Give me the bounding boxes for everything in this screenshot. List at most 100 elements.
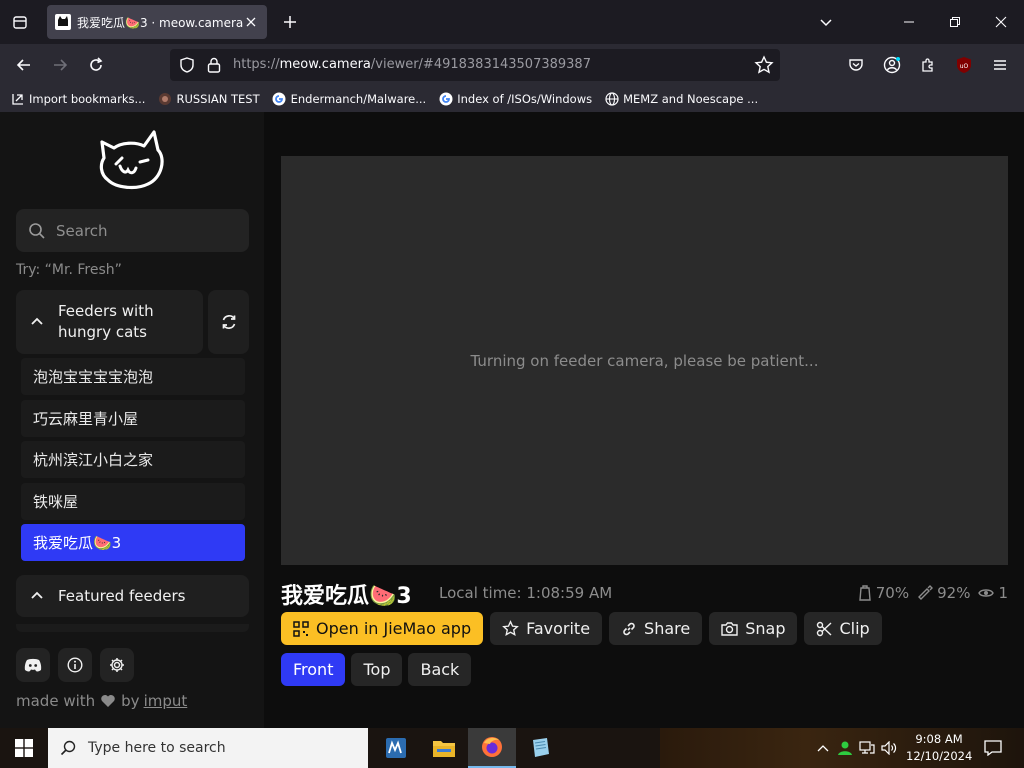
share-label: Share	[644, 619, 691, 638]
folder-icon	[433, 741, 455, 757]
globe-icon	[604, 92, 619, 107]
url-prefix: https://	[233, 57, 280, 72]
bookmark-memz[interactable]: MEMZ and Noescape ...	[604, 92, 758, 107]
feeder-item[interactable]: 巧云麻里青小屋	[21, 399, 245, 437]
water-bottle-icon	[918, 585, 934, 600]
tab-list-button[interactable]	[6, 8, 34, 36]
feeder-item[interactable]: 泡泡宝宝宝宝泡泡	[21, 358, 245, 395]
minimize-button[interactable]	[886, 0, 932, 44]
taskbar-clock[interactable]: 9:08 AM 12/10/2024	[906, 731, 972, 765]
volume-button[interactable]	[878, 728, 900, 768]
food-bag-icon	[859, 585, 871, 601]
list-all-tabs-button[interactable]	[812, 8, 840, 36]
system-tray	[812, 728, 900, 768]
active-tab[interactable]: 我爱吃瓜🍉3 · meow.camera	[47, 5, 267, 39]
network-button[interactable]	[856, 728, 878, 768]
windows-taskbar: Type here to search 9:08 AM 12/10/2024	[0, 728, 1024, 768]
author-link[interactable]: imput	[144, 692, 188, 710]
bookmark-star-icon[interactable]	[754, 55, 774, 75]
feeder-item[interactable]: 杭州滨江小白之家	[21, 441, 245, 478]
sidebar: Try: “Mr. Fresh” Feeders with hungry cat…	[0, 112, 264, 728]
bookmark-import[interactable]: Import bookmarks...	[10, 92, 145, 107]
bookmark-index-isos[interactable]: Index of /ISOs/Windows	[438, 92, 592, 107]
tab-bar: 我爱吃瓜🍉3 · meow.camera	[0, 0, 1024, 44]
view-front-button[interactable]: Front	[281, 653, 346, 686]
snap-button[interactable]: Snap	[709, 612, 798, 645]
action-buttons: Open in JieMao app Favorite Share Snap C…	[281, 612, 889, 645]
view-top-button[interactable]: Top	[351, 653, 403, 686]
featured-list-edge	[16, 624, 249, 632]
search-input[interactable]	[56, 221, 236, 240]
account-button[interactable]	[878, 51, 906, 79]
favorite-button[interactable]: Favorite	[490, 612, 603, 645]
open-in-app-button[interactable]: Open in JieMao app	[281, 612, 484, 645]
tray-overflow-button[interactable]	[812, 728, 834, 768]
chevron-down-icon	[820, 19, 832, 27]
shield-icon[interactable]	[178, 56, 196, 74]
cat-logo-icon[interactable]	[96, 128, 170, 194]
info-button[interactable]	[58, 648, 92, 682]
tab-close-icon[interactable]	[243, 14, 259, 30]
local-time: Local time: 1:08:59 AM	[439, 584, 613, 602]
hungry-feeders-header[interactable]: Feeders with hungry cats	[16, 290, 203, 354]
camera-video[interactable]: Turning on feeder camera, please be pati…	[281, 156, 1008, 565]
info-icon	[67, 657, 83, 673]
search-box[interactable]	[16, 209, 249, 252]
pocket-button[interactable]	[842, 51, 870, 79]
taskbar-app-4[interactable]	[516, 728, 564, 768]
tray-app-icon[interactable]	[834, 728, 856, 768]
start-button[interactable]	[0, 728, 48, 768]
clip-button[interactable]: Clip	[804, 612, 882, 645]
close-icon	[995, 16, 1007, 28]
discord-icon	[24, 658, 42, 672]
refresh-feeders-button[interactable]	[208, 290, 249, 354]
url-text: https://meow.camera/viewer/#491838314350…	[233, 57, 591, 72]
restore-button[interactable]	[932, 0, 978, 44]
notification-icon	[984, 740, 1002, 756]
extensions-button[interactable]	[914, 51, 942, 79]
hungry-feeders-label: Feeders with hungry cats	[58, 302, 154, 341]
user-group-icon	[838, 741, 852, 755]
gear-icon	[110, 658, 124, 672]
bookmark-label: MEMZ and Noescape ...	[623, 92, 759, 106]
taskbar-firefox[interactable]	[468, 728, 516, 768]
taskbar-app-1[interactable]	[372, 728, 420, 768]
view-back-button[interactable]: Back	[408, 653, 472, 686]
forward-button[interactable]	[46, 51, 74, 79]
by-text: by	[121, 692, 140, 710]
bookmark-russian-test[interactable]: RUSSIAN TEST	[157, 92, 260, 107]
reload-button[interactable]	[82, 51, 110, 79]
ublock-button[interactable]: uO	[950, 51, 978, 79]
url-bar[interactable]: https://meow.camera/viewer/#491838314350…	[170, 49, 780, 81]
settings-button[interactable]	[100, 648, 134, 682]
bookmark-endermanch[interactable]: Endermanch/Malware...	[272, 92, 427, 107]
new-tab-button[interactable]	[276, 8, 304, 36]
discord-button[interactable]	[16, 648, 50, 682]
eye-icon	[978, 589, 995, 597]
feeder-item[interactable]: 铁咪屋	[21, 482, 245, 520]
notifications-button[interactable]	[976, 728, 1010, 768]
feeder-list: 泡泡宝宝宝宝泡泡 巧云麻里青小屋 杭州滨江小白之家 铁咪屋 我爱吃瓜🍉3	[21, 358, 245, 566]
bookmark-label: Endermanch/Malware...	[290, 92, 427, 106]
made-with-text: made with	[16, 692, 96, 710]
back-button[interactable]	[10, 51, 38, 79]
qr-code-icon	[293, 620, 309, 637]
lock-icon[interactable]	[206, 56, 222, 74]
camera-status-message: Turning on feeder camera, please be pati…	[470, 351, 819, 370]
featured-feeders-header[interactable]: Featured feeders	[16, 575, 249, 617]
google-icon	[438, 92, 453, 107]
taskbar-search-box[interactable]: Type here to search	[48, 728, 368, 768]
taskbar-file-explorer[interactable]	[420, 728, 468, 768]
speaker-icon	[881, 741, 897, 755]
menu-button[interactable]	[986, 51, 1014, 79]
close-window-button[interactable]	[978, 0, 1024, 44]
arrow-left-icon	[16, 59, 30, 71]
app-icon	[386, 738, 406, 758]
heart-icon	[101, 695, 115, 707]
hamburger-menu-icon	[994, 60, 1006, 70]
bookmarks-toolbar: Import bookmarks... RUSSIAN TEST Enderma…	[0, 86, 1024, 112]
account-icon	[883, 56, 901, 74]
star-icon	[502, 620, 519, 636]
share-button[interactable]: Share	[609, 612, 703, 645]
feeder-item-active[interactable]: 我爱吃瓜🍉3	[21, 524, 245, 561]
